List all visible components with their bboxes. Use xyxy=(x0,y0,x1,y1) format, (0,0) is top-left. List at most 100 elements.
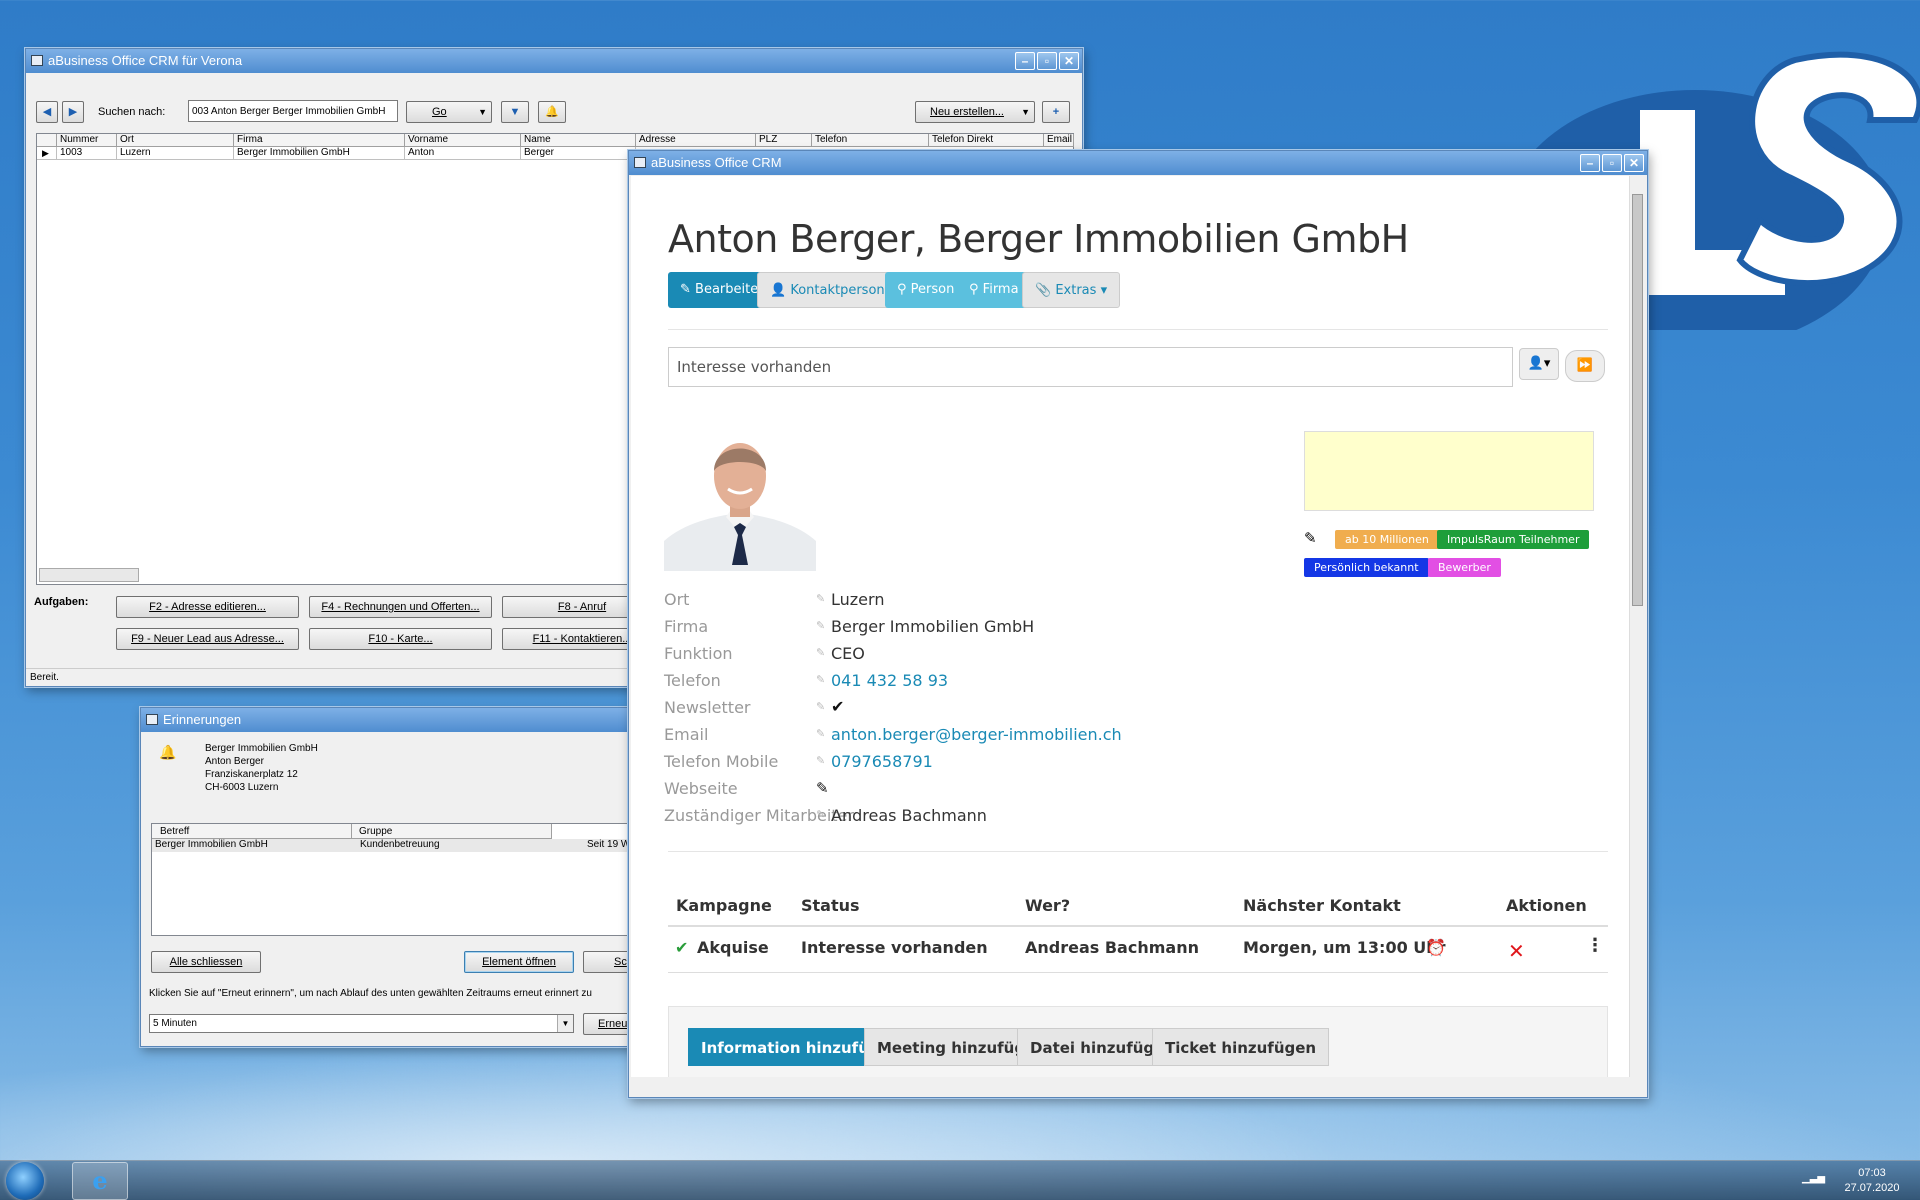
column-header[interactable]: Vorname xyxy=(405,134,521,147)
reminder-list: Betreff Gruppe Berger Immobilien GmbH Ku… xyxy=(151,823,652,936)
title-bar[interactable]: aBusiness Office CRM – ▫ ✕ xyxy=(629,151,1647,175)
table-cell[interactable]: Berger xyxy=(521,147,636,160)
status-input[interactable] xyxy=(668,347,1513,387)
pencil-icon[interactable]: ✎ xyxy=(816,727,830,741)
pencil-icon[interactable]: ✎ xyxy=(816,673,830,687)
start-button[interactable] xyxy=(6,1162,44,1200)
phone-link[interactable]: 041 432 58 93 xyxy=(831,671,948,690)
assign-user-button[interactable]: 👤▾ xyxy=(1519,348,1559,380)
minimize-button[interactable]: – xyxy=(1015,52,1035,70)
tag-badge[interactable]: Persönlich bekannt xyxy=(1304,558,1429,577)
network-icon[interactable]: ▁▃▅ xyxy=(1802,1173,1825,1184)
chevron-down-icon[interactable]: ▼ xyxy=(1021,102,1030,122)
close-all-button[interactable]: Alle schliessen xyxy=(151,951,261,973)
tag-badge[interactable]: ImpulsRaum Teilnehmer xyxy=(1437,530,1590,549)
close-button[interactable]: ✕ xyxy=(1624,154,1644,172)
more-icon[interactable]: ⋮ xyxy=(1586,935,1604,956)
column-header[interactable]: Firma xyxy=(234,134,405,147)
chevron-down-icon[interactable]: ▼ xyxy=(557,1015,573,1032)
table-cell: Akquise xyxy=(697,938,769,957)
column-header[interactable]: Adresse xyxy=(636,134,756,147)
maximize-button[interactable]: ▫ xyxy=(1602,154,1622,172)
forward-button[interactable]: ▶ xyxy=(62,101,84,123)
extras-dropdown[interactable]: 📎 Extras ▾ xyxy=(1022,272,1121,308)
scroll-thumb[interactable] xyxy=(1632,194,1643,606)
column-header[interactable]: PLZ xyxy=(756,134,812,147)
column-header[interactable]: Email xyxy=(1044,134,1074,147)
divider xyxy=(668,329,1608,330)
open-element-button[interactable]: Element öffnen xyxy=(464,951,574,973)
company-button[interactable]: ⚲ Firma xyxy=(957,272,1031,308)
task-button[interactable]: F10 - Karte... xyxy=(309,628,492,650)
horizontal-scrollbar[interactable] xyxy=(631,1077,1629,1095)
extras-label: Extras xyxy=(1055,283,1097,298)
address-line: Anton Berger xyxy=(205,756,264,767)
table-cell[interactable]: Luzern xyxy=(117,147,234,160)
column-header[interactable]: Name xyxy=(521,134,636,147)
field-value: Berger Immobilien GmbH xyxy=(831,617,1035,636)
title-bar[interactable]: aBusiness Office CRM für Verona – ▫ ✕ xyxy=(26,49,1082,73)
column-header[interactable]: Betreff xyxy=(152,824,352,839)
paperclip-icon: 📎 xyxy=(1035,283,1052,298)
task-button[interactable]: F9 - Neuer Lead aus Adresse... xyxy=(116,628,299,650)
email-link[interactable]: anton.berger@berger-immobilien.ch xyxy=(831,725,1122,744)
pencil-icon[interactable]: ✎ xyxy=(816,779,830,797)
column-header[interactable]: Telefon xyxy=(812,134,929,147)
address-line: Franziskanerplatz 12 xyxy=(205,769,298,780)
filter-button[interactable]: ▼ xyxy=(501,101,529,123)
forward-button[interactable]: ⏩ xyxy=(1565,350,1605,382)
pencil-icon[interactable]: ✎ xyxy=(816,646,830,660)
chevron-down-icon[interactable]: ▼ xyxy=(478,102,487,122)
horizontal-scrollbar[interactable] xyxy=(39,568,139,582)
field-value: CEO xyxy=(831,644,865,663)
column-header[interactable]: Nummer xyxy=(57,134,117,147)
browser-taskbar-icon[interactable]: e xyxy=(72,1162,128,1200)
search-icon: ⚲ xyxy=(897,282,907,297)
go-button[interactable]: Go ▼ xyxy=(406,101,492,123)
maximize-button[interactable]: ▫ xyxy=(1037,52,1057,70)
search-input[interactable] xyxy=(188,100,398,122)
table-cell[interactable]: Kundenbetreuung xyxy=(352,839,552,852)
table-cell[interactable]: Anton xyxy=(405,147,521,160)
page-title: Anton Berger, Berger Immobilien GmbH xyxy=(668,217,1409,261)
new-create-button[interactable]: Neu erstellen... ▼ xyxy=(915,101,1035,123)
column-header[interactable]: Telefon Direkt xyxy=(929,134,1044,147)
table-divider xyxy=(668,925,1608,927)
delete-icon[interactable]: ✕ xyxy=(1508,939,1525,963)
row-selector[interactable]: ▶ xyxy=(37,147,57,160)
add-ticket-button[interactable]: Ticket hinzufügen xyxy=(1152,1028,1330,1066)
minimize-button[interactable]: – xyxy=(1580,154,1600,172)
pencil-icon[interactable]: ✎ xyxy=(816,700,830,714)
task-button[interactable]: F2 - Adresse editieren... xyxy=(116,596,299,618)
person-button[interactable]: ⚲ Person xyxy=(885,272,967,308)
crm-detail-window: aBusiness Office CRM – ▫ ✕ Anton Berger, B… xyxy=(628,150,1648,1098)
bell-button[interactable]: 🔔 xyxy=(538,101,566,123)
close-button[interactable]: ✕ xyxy=(1059,52,1079,70)
title-bar[interactable]: Erinnerungen xyxy=(141,708,639,732)
notes-box[interactable] xyxy=(1304,431,1594,511)
column-header[interactable]: Gruppe xyxy=(352,824,552,839)
mobile-link[interactable]: 0797658791 xyxy=(831,752,933,771)
clock[interactable]: 07:03 27.07.2020 xyxy=(1832,1166,1912,1196)
column-header[interactable]: Ort xyxy=(117,134,234,147)
edit-tags-icon[interactable]: ✎ xyxy=(1304,529,1317,547)
back-button[interactable]: ◀ xyxy=(36,101,58,123)
vertical-scrollbar[interactable] xyxy=(1629,176,1645,1077)
task-button[interactable]: F4 - Rechnungen und Offerten... xyxy=(309,596,492,618)
table-cell[interactable]: Berger Immobilien GmbH xyxy=(234,147,405,160)
table-cell[interactable]: Berger Immobilien GmbH xyxy=(152,839,352,852)
pencil-icon[interactable]: ✎ xyxy=(816,592,830,606)
tag-badge[interactable]: Bewerber xyxy=(1428,558,1501,577)
pencil-icon[interactable]: ✎ xyxy=(816,754,830,768)
reminder-window: Erinnerungen 🔔 Berger Immobilien GmbH An… xyxy=(140,707,663,1047)
tag-badge[interactable]: ab 10 Millionen xyxy=(1335,530,1439,549)
pencil-icon[interactable]: ✎ xyxy=(816,619,830,633)
add-button[interactable]: + xyxy=(1042,101,1070,123)
pencil-icon[interactable]: ✎ xyxy=(816,808,830,822)
search-label: Suchen nach: xyxy=(98,106,166,118)
table-cell[interactable]: 1003 xyxy=(57,147,117,160)
column-header: Status xyxy=(801,896,860,915)
field-label: Email xyxy=(664,725,709,744)
interval-value: 5 Minuten xyxy=(153,1018,197,1029)
interval-select[interactable]: 5 Minuten ▼ xyxy=(149,1014,574,1033)
